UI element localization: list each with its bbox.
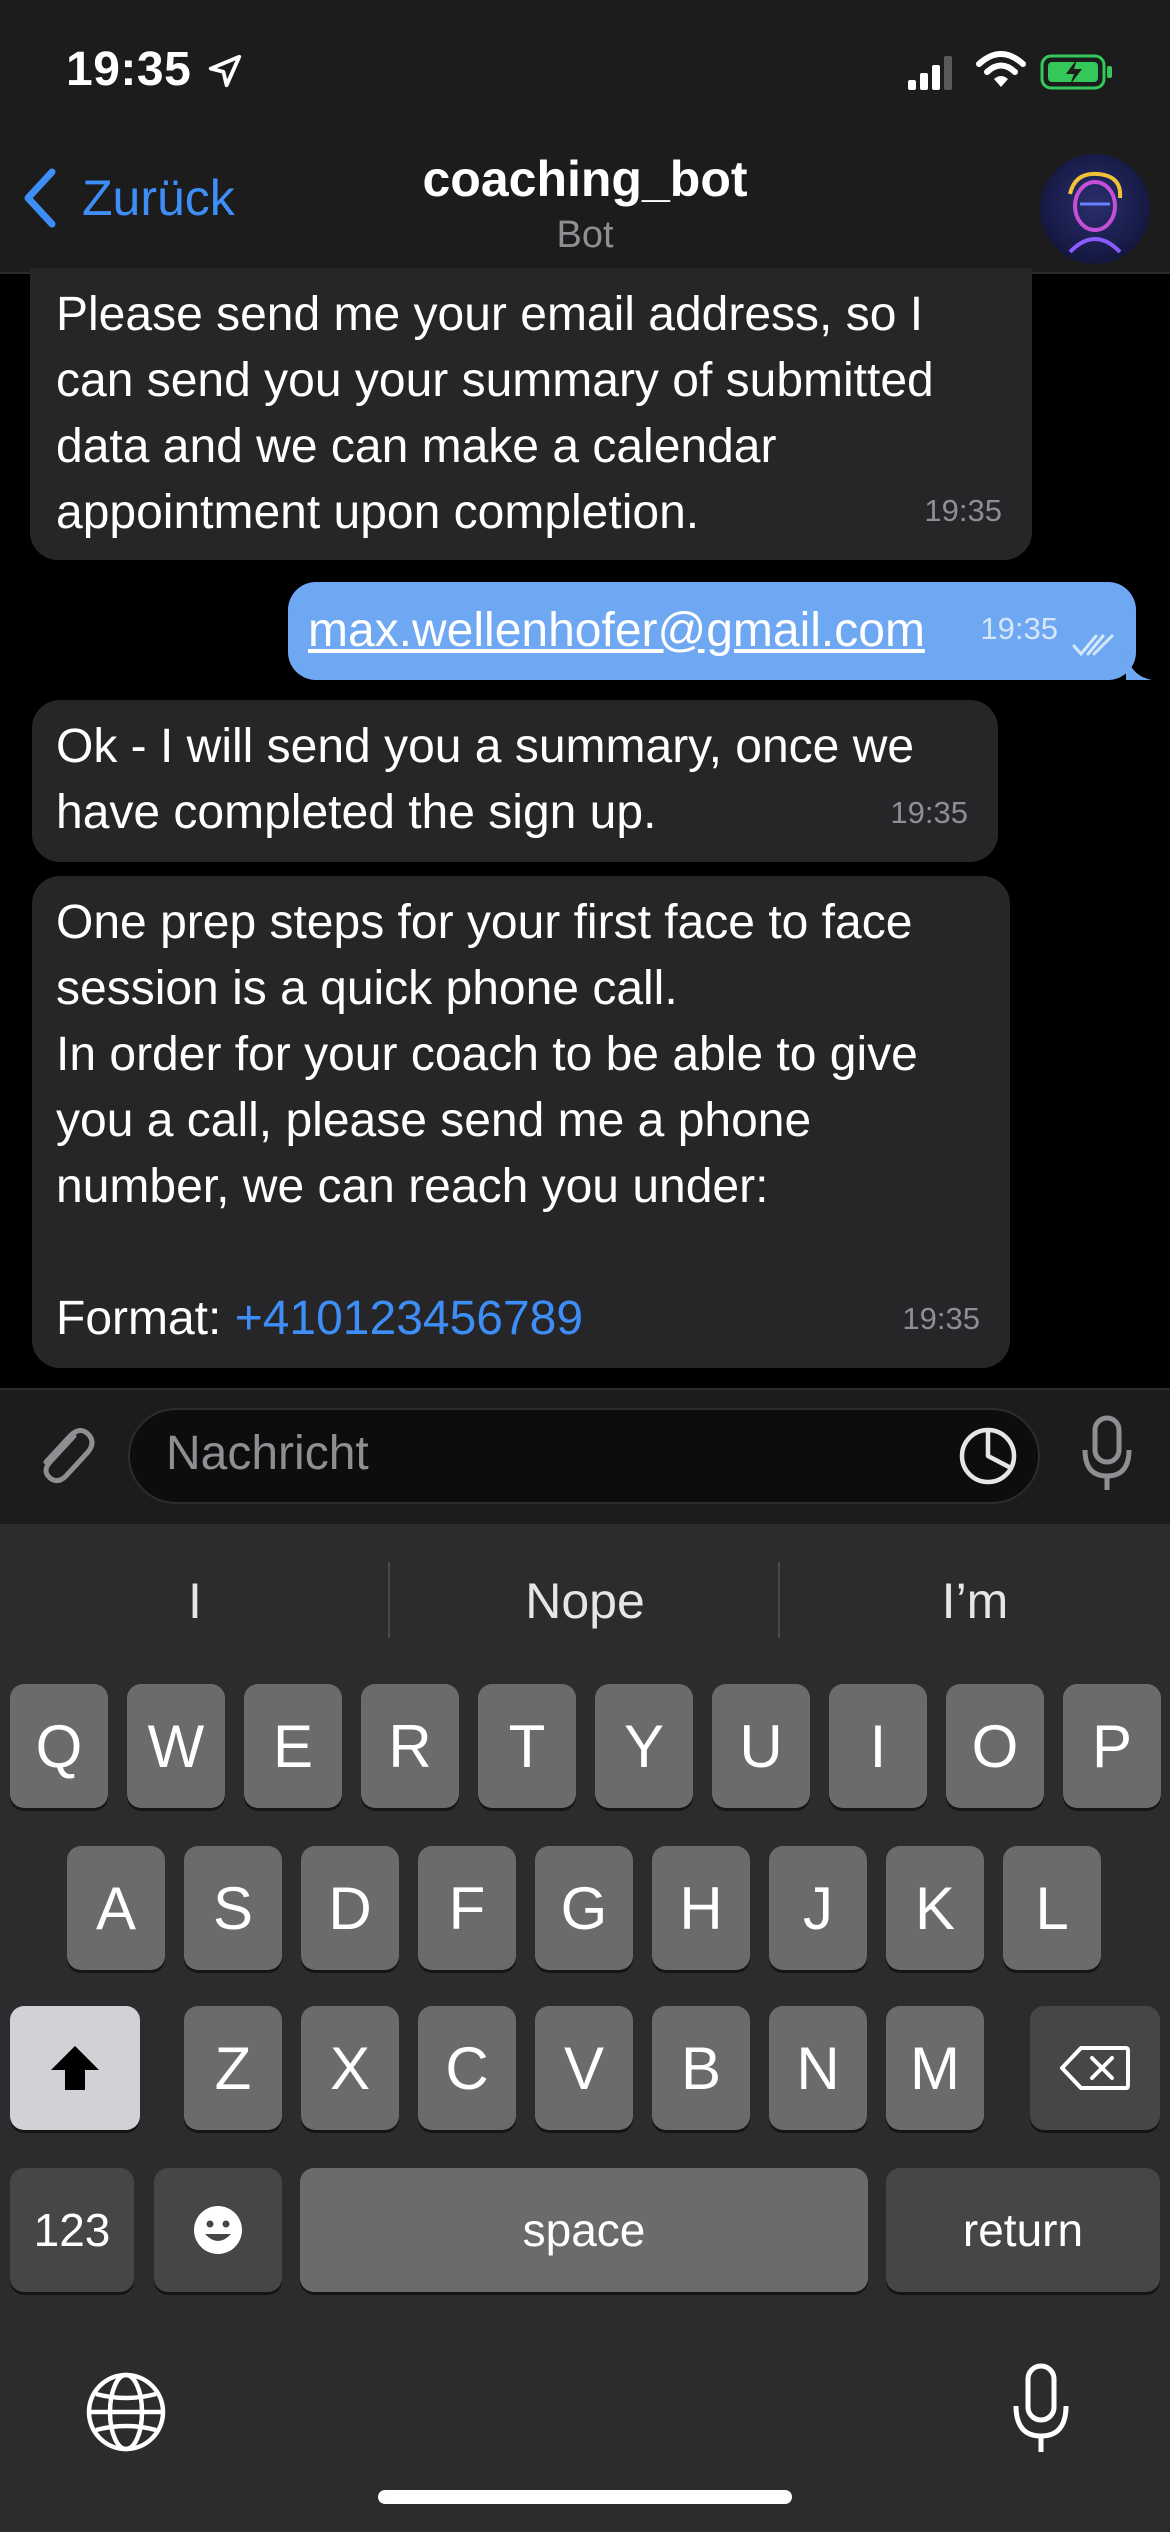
incoming-message: One prep steps for your first face to fa… [32, 876, 1010, 1368]
key-z[interactable]: Z [184, 2006, 282, 2130]
message-text: Ok - I will send you a summary, once we … [56, 720, 915, 839]
key-d[interactable]: D [301, 1846, 399, 1970]
suggestion-2[interactable]: Nope [390, 1572, 780, 1630]
key-c[interactable]: C [418, 2006, 516, 2130]
backspace-icon [1060, 2046, 1130, 2090]
key-n[interactable]: N [769, 2006, 867, 2130]
dictation-mic-icon[interactable] [1010, 2362, 1072, 2458]
key-a[interactable]: A [67, 1846, 165, 1970]
key-i[interactable]: I [829, 1684, 927, 1808]
key-b[interactable]: B [652, 2006, 750, 2130]
message-text: Please send me your email address, so I … [56, 288, 934, 539]
key-r[interactable]: R [361, 1684, 459, 1808]
message-time: 19:35 [902, 1301, 980, 1336]
home-indicator [378, 2490, 792, 2504]
key-f[interactable]: F [418, 1846, 516, 1970]
sticker-icon[interactable] [956, 1424, 1020, 1488]
avatar-illustration-icon [1068, 171, 1123, 254]
read-checkmarks-icon [1072, 634, 1114, 657]
key-w[interactable]: W [127, 1684, 225, 1808]
key-v[interactable]: V [535, 2006, 633, 2130]
message-time: 19:35 [890, 795, 968, 830]
shift-arrow-icon [51, 2046, 99, 2090]
shift-key[interactable] [10, 2006, 140, 2130]
space-key[interactable]: space [300, 2168, 868, 2292]
wifi-icon [976, 51, 1026, 87]
outgoing-message: max.wellenhofer@gmail.com 19:35 [288, 582, 1136, 680]
key-y[interactable]: Y [595, 1684, 693, 1808]
chat-title[interactable]: coaching_bot [0, 150, 1170, 208]
key-x[interactable]: X [301, 2006, 399, 2130]
email-link[interactable]: max.wellenhofer@gmail.com [308, 604, 925, 657]
key-k[interactable]: K [886, 1846, 984, 1970]
attachment-paperclip-icon[interactable] [28, 1416, 100, 1488]
message-text-body: One prep steps for your first face to fa… [56, 896, 918, 1345]
phone-link[interactable]: +410123456789 [235, 1292, 583, 1345]
key-s[interactable]: S [184, 1846, 282, 1970]
suggestion-1[interactable]: I [0, 1572, 390, 1630]
emoji-key[interactable] [154, 2168, 282, 2292]
location-arrow-icon [208, 54, 242, 88]
bot-avatar[interactable] [1040, 154, 1150, 264]
chat-subtitle: Bot [556, 214, 614, 256]
key-u[interactable]: U [712, 1684, 810, 1808]
key-j[interactable]: J [769, 1846, 867, 1970]
status-time: 19:35 [66, 43, 192, 96]
message-text: One prep steps for your first face to fa… [56, 890, 986, 1352]
numbers-key[interactable]: 123 [10, 2168, 134, 2292]
message-time: 19:35 [980, 611, 1058, 646]
key-e[interactable]: E [244, 1684, 342, 1808]
emoji-smiley-icon [194, 2206, 242, 2254]
key-h[interactable]: H [652, 1846, 750, 1970]
key-g[interactable]: G [535, 1846, 633, 1970]
cellular-signal-icon [908, 56, 952, 90]
voice-record-mic-icon[interactable] [1080, 1414, 1134, 1494]
message-input-placeholder: Nachricht [166, 1427, 369, 1480]
incoming-message: Please send me your email address, so I … [30, 268, 1032, 560]
message-time: 19:35 [924, 493, 1002, 528]
return-key[interactable]: return [886, 2168, 1160, 2292]
key-p[interactable]: P [1063, 1684, 1161, 1808]
key-o[interactable]: O [946, 1684, 1044, 1808]
key-q[interactable]: Q [10, 1684, 108, 1808]
key-l[interactable]: L [1003, 1846, 1101, 1970]
key-t[interactable]: T [478, 1684, 576, 1808]
suggestion-3[interactable]: I’m [780, 1572, 1170, 1630]
battery-charging-icon [1040, 54, 1112, 90]
bubble-tail [1126, 652, 1152, 680]
incoming-message: Ok - I will send you a summary, once we … [32, 700, 998, 862]
delete-key[interactable] [1030, 2006, 1160, 2130]
globe-icon[interactable] [84, 2370, 168, 2454]
key-m[interactable]: M [886, 2006, 984, 2130]
